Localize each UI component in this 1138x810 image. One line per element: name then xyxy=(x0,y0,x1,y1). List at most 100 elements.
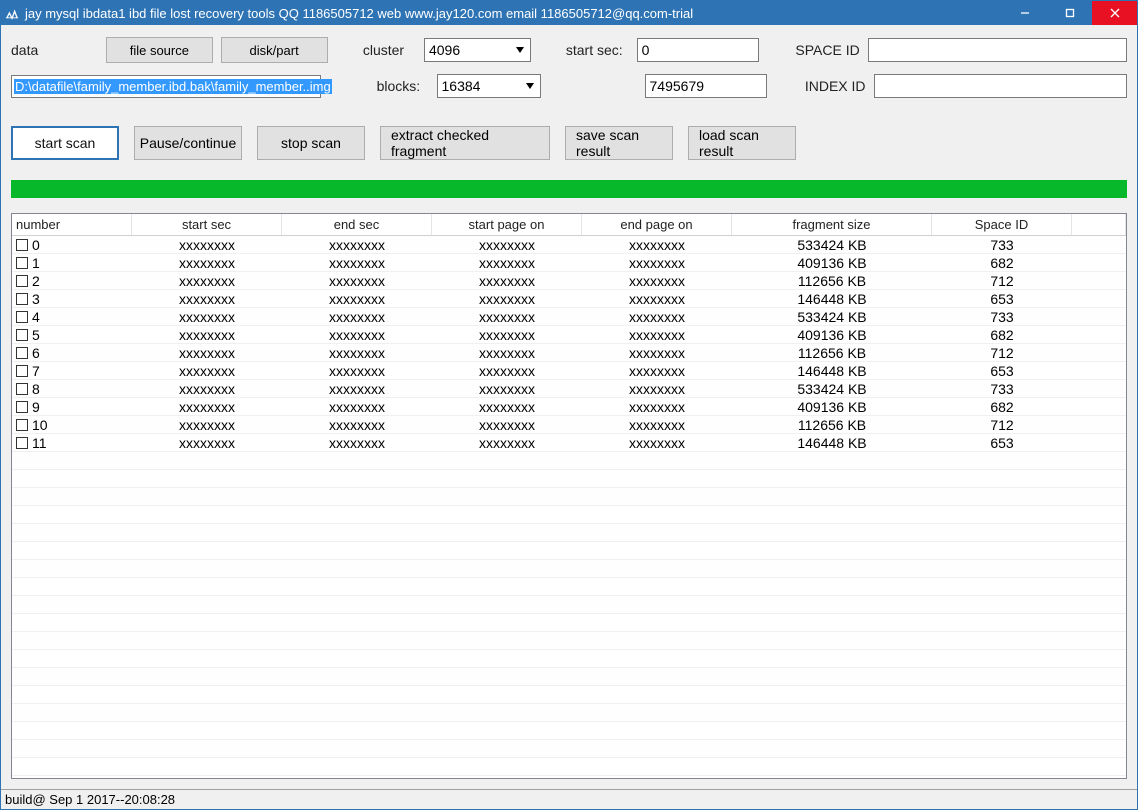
index-id-input[interactable] xyxy=(874,74,1127,98)
row-start-page-on: xxxxxxxx xyxy=(432,255,582,271)
table-row[interactable] xyxy=(12,668,1126,686)
table-row[interactable] xyxy=(12,560,1126,578)
path-input[interactable]: D:\datafile\family_member.ibd.bak\family… xyxy=(11,75,321,98)
table-row[interactable]: 8xxxxxxxxxxxxxxxxxxxxxxxxxxxxxxxx533424 … xyxy=(12,380,1126,398)
row-number: 5 xyxy=(32,327,40,343)
table-row[interactable] xyxy=(12,524,1126,542)
row-start-page-on: xxxxxxxx xyxy=(432,273,582,289)
row-space-id: 682 xyxy=(932,327,1072,343)
row-checkbox[interactable] xyxy=(16,401,28,413)
close-button[interactable] xyxy=(1092,1,1137,25)
blocks-value: 16384 xyxy=(442,78,481,94)
row-number: 6 xyxy=(32,345,40,361)
row-end-sec: xxxxxxxx xyxy=(282,435,432,451)
table-row[interactable]: 10xxxxxxxxxxxxxxxxxxxxxxxxxxxxxxxx112656… xyxy=(12,416,1126,434)
row-checkbox[interactable] xyxy=(16,239,28,251)
col-fragment-size[interactable]: fragment size xyxy=(732,214,932,235)
row-checkbox[interactable] xyxy=(16,275,28,287)
cluster-select[interactable]: 4096 xyxy=(424,38,531,62)
row-fragment-size: 112656 KB xyxy=(732,345,932,361)
row-start-sec: xxxxxxxx xyxy=(132,417,282,433)
table-row[interactable]: 9xxxxxxxxxxxxxxxxxxxxxxxxxxxxxxxx409136 … xyxy=(12,398,1126,416)
minimize-button[interactable] xyxy=(1002,1,1047,25)
table-row[interactable]: 6xxxxxxxxxxxxxxxxxxxxxxxxxxxxxxxx112656 … xyxy=(12,344,1126,362)
row-checkbox[interactable] xyxy=(16,419,28,431)
row-end-sec: xxxxxxxx xyxy=(282,363,432,379)
path-text: D:\datafile\family_member.ibd.bak\family… xyxy=(14,79,332,94)
start-scan-button[interactable]: start scan xyxy=(11,126,119,160)
table-row[interactable] xyxy=(12,686,1126,704)
table-row[interactable] xyxy=(12,650,1126,668)
space-id-input[interactable] xyxy=(868,38,1127,62)
row-checkbox[interactable] xyxy=(16,365,28,377)
row-end-sec: xxxxxxxx xyxy=(282,273,432,289)
row-end-sec: xxxxxxxx xyxy=(282,345,432,361)
load-result-button[interactable]: load scan result xyxy=(688,126,796,160)
table-row[interactable]: 5xxxxxxxxxxxxxxxxxxxxxxxxxxxxxxxx409136 … xyxy=(12,326,1126,344)
table-row[interactable]: 1xxxxxxxxxxxxxxxxxxxxxxxxxxxxxxxx409136 … xyxy=(12,254,1126,272)
row-start-sec: xxxxxxxx xyxy=(132,309,282,325)
results-grid[interactable]: number start sec end sec start page on e… xyxy=(11,213,1127,779)
table-row[interactable] xyxy=(12,632,1126,650)
row-space-id: 733 xyxy=(932,237,1072,253)
table-row[interactable] xyxy=(12,488,1126,506)
blocks-select[interactable]: 16384 xyxy=(437,74,541,98)
table-row[interactable]: 11xxxxxxxxxxxxxxxxxxxxxxxxxxxxxxxx146448… xyxy=(12,434,1126,452)
table-row[interactable] xyxy=(12,722,1126,740)
row-fragment-size: 409136 KB xyxy=(732,255,932,271)
col-start-sec[interactable]: start sec xyxy=(132,214,282,235)
row-checkbox[interactable] xyxy=(16,293,28,305)
start-sec-input[interactable] xyxy=(637,38,759,62)
table-row[interactable]: 4xxxxxxxxxxxxxxxxxxxxxxxxxxxxxxxx533424 … xyxy=(12,308,1126,326)
table-row[interactable] xyxy=(12,578,1126,596)
chevron-down-icon xyxy=(522,83,538,89)
col-space-id[interactable]: Space ID xyxy=(932,214,1072,235)
col-number[interactable]: number xyxy=(12,214,132,235)
row-fragment-size: 112656 KB xyxy=(732,273,932,289)
table-row[interactable] xyxy=(12,740,1126,758)
build-label: build@ Sep 1 2017--20:08:28 xyxy=(5,792,175,807)
col-end-page-on[interactable]: end page on xyxy=(582,214,732,235)
row-end-page-on: xxxxxxxx xyxy=(582,399,732,415)
space-id-label: SPACE ID xyxy=(794,42,860,58)
row-checkbox[interactable] xyxy=(16,257,28,269)
col-start-page-on[interactable]: start page on xyxy=(432,214,582,235)
table-row[interactable]: 0xxxxxxxxxxxxxxxxxxxxxxxxxxxxxxxx533424 … xyxy=(12,236,1126,254)
table-row[interactable]: 7xxxxxxxxxxxxxxxxxxxxxxxxxxxxxxxx146448 … xyxy=(12,362,1126,380)
table-row[interactable] xyxy=(12,452,1126,470)
row-checkbox[interactable] xyxy=(16,347,28,359)
row-checkbox[interactable] xyxy=(16,329,28,341)
col-end-sec[interactable]: end sec xyxy=(282,214,432,235)
disk-part-button[interactable]: disk/part xyxy=(221,37,328,63)
grid-body[interactable]: 0xxxxxxxxxxxxxxxxxxxxxxxxxxxxxxxx533424 … xyxy=(12,236,1126,778)
row-checkbox[interactable] xyxy=(16,437,28,449)
table-row[interactable] xyxy=(12,506,1126,524)
end-sec-input[interactable] xyxy=(645,74,767,98)
save-result-button[interactable]: save scan result xyxy=(565,126,673,160)
row-checkbox[interactable] xyxy=(16,311,28,323)
table-row[interactable]: 2xxxxxxxxxxxxxxxxxxxxxxxxxxxxxxxx112656 … xyxy=(12,272,1126,290)
cluster-value: 4096 xyxy=(429,42,460,58)
row-checkbox[interactable] xyxy=(16,383,28,395)
row-fragment-size: 533424 KB xyxy=(732,381,932,397)
table-row[interactable] xyxy=(12,470,1126,488)
table-row[interactable]: 3xxxxxxxxxxxxxxxxxxxxxxxxxxxxxxxx146448 … xyxy=(12,290,1126,308)
table-row[interactable] xyxy=(12,704,1126,722)
titlebar[interactable]: jay mysql ibdata1 ibd file lost recovery… xyxy=(1,1,1137,25)
table-row[interactable] xyxy=(12,596,1126,614)
extract-checked-button[interactable]: extract checked fragment xyxy=(380,126,550,160)
pause-continue-button[interactable]: Pause/continue xyxy=(134,126,242,160)
row-fragment-size: 533424 KB xyxy=(732,309,932,325)
stop-scan-button[interactable]: stop scan xyxy=(257,126,365,160)
maximize-button[interactable] xyxy=(1047,1,1092,25)
row-end-sec: xxxxxxxx xyxy=(282,399,432,415)
table-row[interactable] xyxy=(12,614,1126,632)
row-space-id: 733 xyxy=(932,309,1072,325)
table-row[interactable] xyxy=(12,542,1126,560)
row-start-sec: xxxxxxxx xyxy=(132,381,282,397)
file-source-button[interactable]: file source xyxy=(106,37,213,63)
row-space-id: 653 xyxy=(932,363,1072,379)
row-number: 9 xyxy=(32,399,40,415)
content-area: data file source disk/part cluster 4096 … xyxy=(1,25,1137,789)
table-row[interactable] xyxy=(12,758,1126,776)
